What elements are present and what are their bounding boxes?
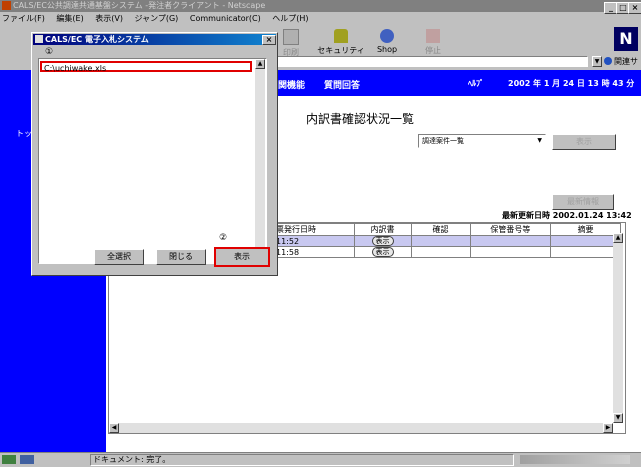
scroll-left-arrow[interactable]: ◀ bbox=[109, 423, 119, 433]
status-text: ドキュメント: 完了。 bbox=[90, 454, 514, 466]
location-field[interactable] bbox=[270, 56, 588, 67]
shop-label: Shop bbox=[376, 45, 398, 54]
file-list-scrollbar[interactable]: ▲ ▼ bbox=[255, 59, 265, 262]
component-bar-icon[interactable] bbox=[520, 455, 630, 464]
file-list-item[interactable]: C:\uchiwake.xls bbox=[40, 61, 252, 73]
row-display-button[interactable]: 表示 bbox=[371, 236, 394, 246]
help-link[interactable]: ﾍﾙﾌﾟ bbox=[468, 78, 484, 89]
case-list-select[interactable]: 調達案件一覧 ▼ bbox=[418, 134, 546, 148]
scroll-down-arrow[interactable]: ▼ bbox=[613, 413, 623, 423]
date-time: 2002 年 1 月 24 日 13 時 43 分 bbox=[508, 79, 635, 88]
security-label: セキュリティ bbox=[317, 46, 365, 55]
nav-item-qa[interactable]: 質問回答 bbox=[324, 78, 360, 91]
shop-icon bbox=[380, 29, 394, 43]
row-storage bbox=[469, 246, 552, 258]
row-time: 11:52 bbox=[273, 235, 355, 247]
file-list[interactable]: C:\uchiwake.xls ▲ ▼ bbox=[38, 58, 267, 264]
menu-go[interactable]: ジャンプ(G) bbox=[135, 14, 179, 23]
menu-view[interactable]: 表示(V) bbox=[95, 14, 123, 23]
stop-icon bbox=[426, 29, 440, 43]
col-issue-time: 票発行日時 bbox=[273, 223, 355, 236]
close-button[interactable]: 閉じる bbox=[156, 249, 206, 265]
file-scroll-up-arrow[interactable]: ▲ bbox=[255, 59, 265, 69]
browser-app-icon bbox=[2, 1, 11, 10]
row-confirm bbox=[410, 246, 471, 258]
row-summary bbox=[550, 246, 621, 258]
table-row[interactable]: 11:58 表示 bbox=[273, 246, 621, 258]
display-button[interactable]: 表示 bbox=[552, 134, 616, 150]
marker-1: ① bbox=[45, 47, 54, 57]
dialog-app-icon bbox=[35, 35, 43, 43]
print-icon bbox=[283, 29, 299, 45]
col-breakdown: 内訳書 bbox=[353, 223, 412, 236]
row-action-cell: 表示 bbox=[353, 246, 412, 258]
nav-item-functions[interactable]: 関機能 bbox=[278, 78, 305, 91]
refresh-button[interactable]: 最新情報 bbox=[552, 194, 614, 210]
file-item-name: C:\uchiwake.xls bbox=[44, 64, 107, 73]
security-lock-icon bbox=[20, 455, 34, 464]
connection-icon bbox=[2, 455, 16, 464]
dialog-close-button[interactable]: × bbox=[262, 35, 276, 45]
security-icon bbox=[334, 29, 348, 43]
results-table: 票発行日時 内訳書 確認 保管番号等 摘要 11:52 表示 11:58 表示 bbox=[273, 223, 621, 258]
row-display-button[interactable]: 表示 bbox=[371, 247, 394, 257]
dialog-window: CALS/EC 電子入札システム × ① C:\uchiwake.xls ▲ ▼… bbox=[31, 32, 278, 276]
row-time: 11:58 bbox=[273, 246, 355, 258]
stop-label: 停止 bbox=[425, 46, 441, 55]
marker-2: ② bbox=[219, 233, 228, 243]
table-row[interactable]: 11:52 表示 bbox=[273, 235, 621, 247]
row-confirm bbox=[410, 235, 471, 247]
menu-edit[interactable]: 編集(E) bbox=[56, 14, 83, 23]
page-title: 内訳書確認状況一覧 bbox=[306, 112, 415, 126]
case-list-select-value: 調達案件一覧 bbox=[422, 137, 464, 145]
last-updated: 最新更新日時 2002.01.24 13:42 bbox=[502, 211, 632, 220]
table-horizontal-scrollbar[interactable]: ◀ ▶ bbox=[109, 423, 613, 433]
dialog-display-button[interactable]: 表示 bbox=[214, 247, 270, 267]
menu-bar: ファイル(F) 編集(E) 表示(V) ジャンプ(G) Communicator… bbox=[2, 12, 640, 25]
col-summary: 摘要 bbox=[550, 223, 621, 236]
browser-title-bar: CALS/EC公共調達共通基盤システム -発注者クライアント - Netscap… bbox=[0, 0, 641, 14]
dialog-title-bar: CALS/EC 電子入札システム × bbox=[33, 34, 276, 45]
browser-title: CALS/EC公共調達共通基盤システム -発注者クライアント - Netscap… bbox=[13, 1, 266, 10]
menu-file[interactable]: ファイル(F) bbox=[2, 14, 45, 23]
dialog-title: CALS/EC 電子入札システム bbox=[45, 35, 149, 44]
scroll-right-arrow[interactable]: ▶ bbox=[603, 423, 613, 433]
select-all-button[interactable]: 全選択 bbox=[94, 249, 144, 265]
table-header-row: 票発行日時 内訳書 確認 保管番号等 摘要 bbox=[273, 223, 621, 236]
table-vertical-scrollbar[interactable]: ▲ ▼ bbox=[613, 233, 623, 423]
scroll-up-arrow[interactable]: ▲ bbox=[613, 233, 623, 243]
status-bar: ドキュメント: 完了。 bbox=[0, 452, 641, 467]
col-storage-number: 保管番号等 bbox=[469, 223, 552, 236]
row-summary bbox=[550, 235, 621, 247]
related-sites-icon bbox=[604, 57, 612, 65]
top-link[interactable]: トッ bbox=[16, 128, 32, 139]
col-confirm: 確認 bbox=[410, 223, 471, 236]
netscape-logo: N bbox=[614, 27, 638, 51]
row-storage bbox=[469, 235, 552, 247]
location-dropdown-button[interactable]: ▼ bbox=[592, 56, 602, 67]
menu-communicator[interactable]: Communicator(C) bbox=[190, 14, 261, 23]
row-action-cell: 表示 bbox=[353, 235, 412, 247]
menu-help[interactable]: ヘルプ(H) bbox=[272, 14, 308, 23]
chevron-down-icon: ▼ bbox=[537, 137, 542, 144]
